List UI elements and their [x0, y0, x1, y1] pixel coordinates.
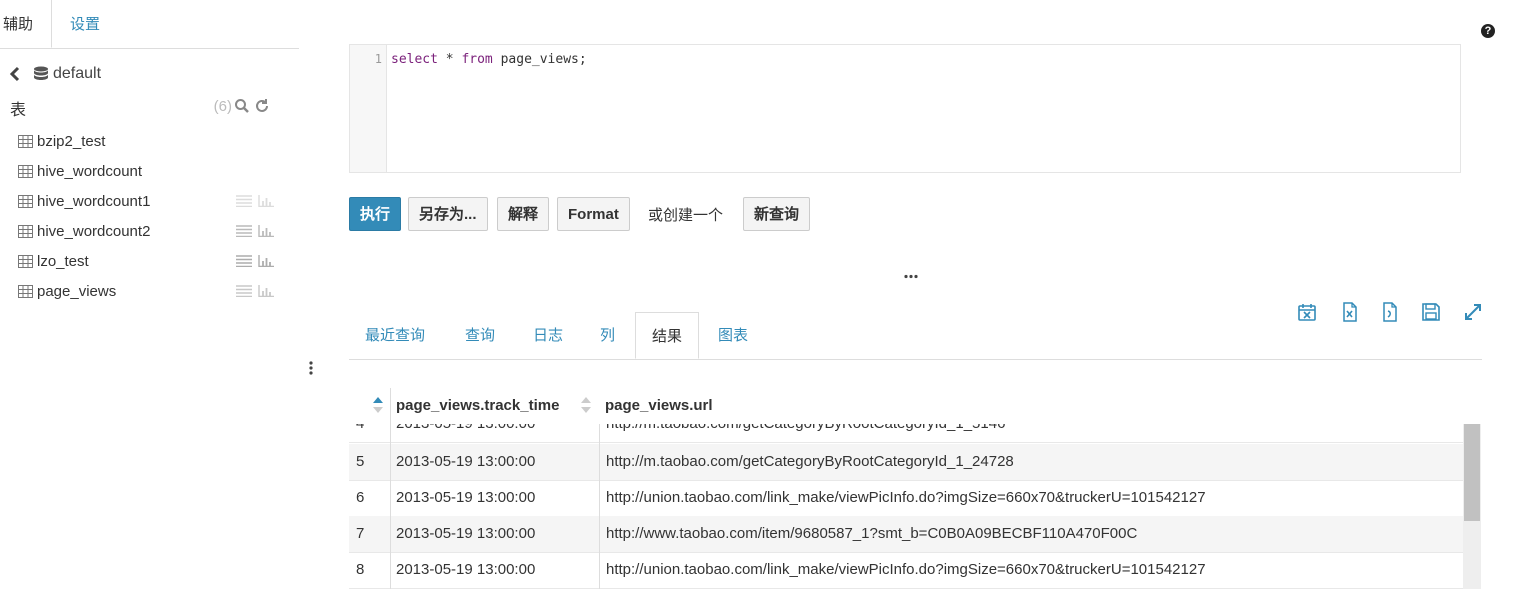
table-row[interactable]: 5 2013-05-19 13:00:00 http://m.taobao.co…	[349, 444, 1463, 481]
cell-track-time[interactable]: 2013-05-19 13:00:00	[396, 480, 535, 516]
table-row[interactable]: 6 2013-05-19 13:00:00 http://union.taoba…	[349, 480, 1463, 517]
table-name[interactable]: hive_wordcount2	[37, 223, 150, 240]
tab-results[interactable]: 结果	[635, 312, 700, 359]
panel-resize-handle[interactable]	[306, 360, 316, 379]
search-icon[interactable]	[234, 98, 250, 114]
row-number: 6	[356, 489, 365, 506]
row-number: 5	[356, 453, 365, 470]
tab-columns[interactable]: 列	[600, 312, 615, 359]
tab-query[interactable]: 查询	[465, 312, 495, 359]
table-row[interactable]: 4 2013-05-19 13:00:00 http://m.taobao.co…	[349, 424, 1463, 443]
help-icon[interactable]: ?	[1481, 24, 1495, 38]
tab-log[interactable]: 日志	[533, 312, 563, 359]
tab-chart[interactable]: 图表	[718, 312, 748, 359]
code-keyword-from: from	[461, 52, 493, 67]
cell-url[interactable]: http://www.taobao.com/item/9680587_1?smt…	[606, 516, 1137, 552]
back-chevron-icon[interactable]	[8, 66, 22, 82]
column-header-track-time[interactable]: page_views.track_time	[396, 388, 559, 424]
new-query-button[interactable]: 新查询	[743, 197, 811, 231]
bar-chart-icon[interactable]	[258, 285, 274, 297]
list-icon[interactable]	[236, 225, 252, 237]
database-name[interactable]: default	[53, 65, 101, 83]
table-list-item[interactable]: page_views	[18, 278, 274, 304]
database-icon	[34, 66, 48, 80]
table-name[interactable]: hive_wordcount	[37, 163, 142, 180]
table-icon	[18, 284, 33, 298]
cell-url[interactable]: http://m.taobao.com/getCategoryByRootCat…	[606, 424, 1005, 442]
list-icon[interactable]	[236, 255, 252, 267]
cell-track-time[interactable]: 2013-05-19 13:00:00	[396, 552, 535, 588]
row-number: 8	[356, 561, 365, 578]
sort-icon[interactable]	[580, 396, 592, 414]
sql-editor[interactable]: 1 select * from page_views;	[349, 44, 1461, 173]
list-icon[interactable]	[236, 285, 252, 297]
grid-scrollbar-thumb[interactable]	[1464, 424, 1480, 521]
row-number: 7	[356, 525, 365, 542]
table-list-item[interactable]: hive_wordcount2	[18, 218, 274, 244]
tables-count: (6)	[213, 98, 232, 115]
table-icon	[18, 224, 33, 238]
sort-asc-icon[interactable]	[372, 396, 384, 414]
cell-track-time[interactable]: 2013-05-19 13:00:00	[396, 444, 535, 480]
cell-track-time[interactable]: 2013-05-19 13:00:00	[396, 516, 535, 552]
editor-code-line[interactable]: select * from page_views;	[391, 52, 587, 67]
cell-url[interactable]: http://union.taobao.com/link_make/viewPi…	[606, 552, 1206, 588]
table-row[interactable]: 7 2013-05-19 13:00:00 http://www.taobao.…	[349, 516, 1463, 553]
result-tabs: 最近查询 查询 日志 列 结果 图表	[349, 312, 1482, 360]
editor-gutter: 1	[350, 45, 387, 172]
table-list-item[interactable]: bzip2_test	[18, 128, 274, 154]
table-list-item[interactable]: hive_wordcount	[18, 158, 274, 184]
table-list-item[interactable]: hive_wordcount1	[18, 188, 274, 214]
results-grid-header: page_views.track_time page_views.url	[349, 388, 1463, 424]
table-name[interactable]: bzip2_test	[37, 133, 105, 150]
code-keyword-select: select	[391, 52, 438, 67]
table-icon	[18, 254, 33, 268]
table-name[interactable]: hive_wordcount1	[37, 193, 150, 210]
cell-track-time[interactable]: 2013-05-19 13:00:00	[396, 424, 535, 442]
vertical-dots-icon	[309, 361, 313, 375]
column-divider	[599, 424, 600, 589]
column-divider	[390, 388, 391, 589]
results-grid-body: 4 2013-05-19 13:00:00 http://m.taobao.co…	[349, 424, 1463, 589]
save-as-button[interactable]: 另存为...	[408, 197, 488, 231]
tab-recent-queries[interactable]: 最近查询	[365, 312, 425, 359]
line-number: 1	[374, 52, 382, 66]
tables-heading: 表	[10, 102, 27, 119]
editor-resize-handle[interactable]	[904, 266, 918, 282]
code-text: *	[437, 52, 462, 67]
bar-chart-icon[interactable]	[258, 195, 274, 207]
tab-settings[interactable]: 设置	[70, 0, 100, 48]
table-name[interactable]: page_views	[37, 283, 116, 300]
table-icon	[18, 134, 33, 148]
or-create-text: 或创建一个	[648, 207, 724, 224]
table-list-item[interactable]: lzo_test	[18, 248, 274, 274]
horizontal-dots-icon	[904, 274, 918, 279]
column-header-url[interactable]: page_views.url	[605, 388, 713, 424]
cell-url[interactable]: http://m.taobao.com/getCategoryByRootCat…	[606, 444, 1014, 480]
cell-url[interactable]: http://union.taobao.com/link_make/viewPi…	[606, 480, 1206, 516]
format-button[interactable]: Format	[557, 197, 630, 231]
table-name[interactable]: lzo_test	[37, 253, 89, 270]
tab-assist[interactable]: 辅助	[0, 0, 52, 48]
bar-chart-icon[interactable]	[258, 255, 274, 267]
left-panel-tabs: 辅助 设置	[0, 0, 299, 49]
refresh-icon[interactable]	[254, 98, 270, 114]
database-breadcrumb: default	[8, 62, 101, 86]
tables-header: 表 (6)	[10, 96, 272, 119]
explain-button[interactable]: 解释	[497, 197, 550, 231]
table-icon	[18, 164, 33, 178]
execute-button[interactable]: 执行	[349, 197, 402, 231]
code-text: page_views;	[492, 52, 587, 67]
table-row[interactable]: 8 2013-05-19 13:00:00 http://union.taoba…	[349, 552, 1463, 589]
list-icon[interactable]	[236, 195, 252, 207]
table-icon	[18, 194, 33, 208]
bar-chart-icon[interactable]	[258, 225, 274, 237]
row-number: 4	[356, 424, 364, 442]
